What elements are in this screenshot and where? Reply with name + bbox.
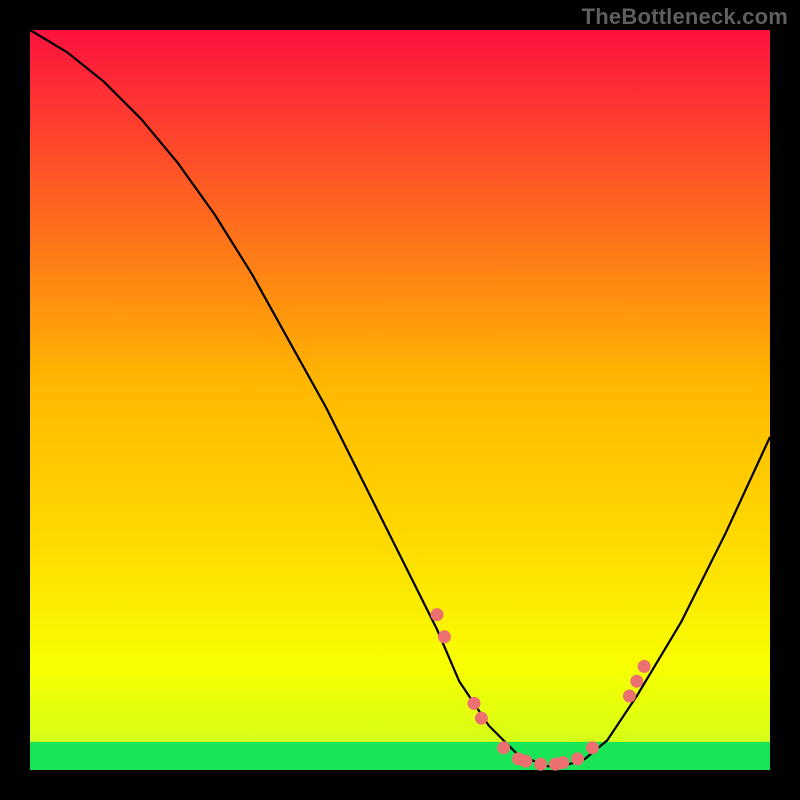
data-point	[497, 741, 510, 754]
data-point	[630, 675, 643, 688]
data-point	[431, 608, 444, 621]
attribution-label: TheBottleneck.com	[582, 4, 788, 30]
optimal-zone-band	[30, 742, 770, 770]
data-point	[623, 690, 636, 703]
data-point	[556, 756, 569, 769]
data-point	[534, 758, 547, 771]
data-point	[571, 752, 584, 765]
chart-frame: TheBottleneck.com	[0, 0, 800, 800]
data-point	[438, 630, 451, 643]
data-point	[475, 712, 488, 725]
bottleneck-chart	[0, 0, 800, 800]
data-point	[638, 660, 651, 673]
data-point	[586, 741, 599, 754]
data-point	[519, 755, 532, 768]
data-point	[468, 697, 481, 710]
